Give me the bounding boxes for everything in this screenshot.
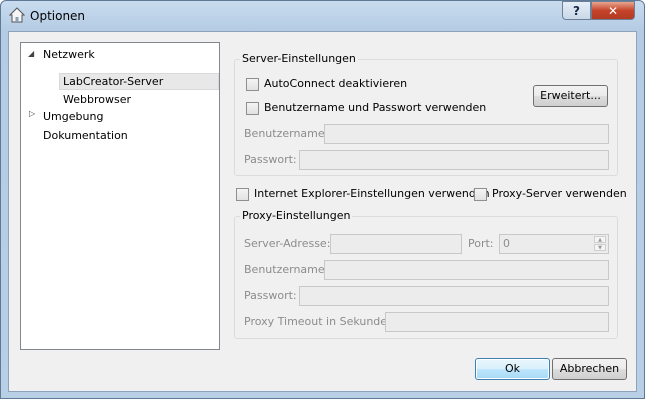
autoconnect-checkbox[interactable] — [246, 78, 259, 91]
proxy-password-label: Passwort: — [244, 289, 297, 302]
ok-button[interactable]: Ok — [475, 358, 550, 380]
proxy-port-value: 0 — [503, 237, 510, 250]
tree-item-labcreator-server[interactable]: LabCreator-Server — [63, 73, 163, 90]
proxy-timeout-label: Proxy Timeout in Sekunden: — [244, 315, 398, 328]
ie-settings-checkbox[interactable] — [236, 188, 249, 201]
server-settings-title: Server-Einstellungen — [240, 52, 358, 65]
tree-item-webbrowser[interactable]: Webbrowser — [63, 91, 131, 108]
ie-settings-label: Internet Explorer-Einstellungen verwende… — [254, 187, 490, 200]
credentials-checkbox[interactable] — [246, 102, 259, 115]
help-button[interactable]: ? — [562, 1, 591, 20]
options-dialog: Optionen ? ✕ ◢ Netzwerk LabCreator-Serve… — [0, 0, 645, 399]
collapse-arrow-icon[interactable]: ◢ — [28, 49, 34, 58]
window-title: Optionen — [30, 9, 86, 23]
dialog-client-area: ◢ Netzwerk LabCreator-Server Webbrowser … — [8, 31, 637, 392]
advanced-button[interactable]: Erweitert... — [533, 85, 608, 107]
close-icon: ✕ — [607, 3, 619, 18]
proxy-port-spinbox[interactable]: 0 ▲ ▼ — [499, 234, 609, 254]
proxy-server-checkbox[interactable] — [474, 188, 487, 201]
proxy-timeout-field[interactable] — [385, 312, 609, 332]
server-username-label: Benutzername: — [244, 127, 329, 140]
server-username-field[interactable] — [324, 124, 609, 144]
credentials-label: Benutzername und Passwort verwenden — [264, 101, 487, 114]
proxy-settings-title: Proxy-Einstellungen — [240, 209, 353, 222]
tree-item-dokumentation[interactable]: Dokumentation — [43, 127, 128, 144]
tree-item-umgebung[interactable]: Umgebung — [43, 108, 103, 125]
expand-arrow-icon[interactable]: ▷ — [29, 109, 35, 118]
proxy-port-label: Port: — [468, 237, 494, 250]
proxy-username-label: Benutzername: — [244, 263, 329, 276]
cancel-button[interactable]: Abbrechen — [552, 358, 627, 380]
tree-item-netzwerk[interactable]: Netzwerk — [43, 46, 95, 63]
close-button[interactable]: ✕ — [591, 1, 635, 20]
options-tree[interactable]: ◢ Netzwerk LabCreator-Server Webbrowser … — [20, 42, 220, 350]
title-bar[interactable]: Optionen ? ✕ — [1, 1, 644, 31]
proxy-address-label: Server-Adresse: — [244, 237, 331, 250]
autoconnect-label: AutoConnect deaktivieren — [264, 77, 408, 90]
port-spin-buttons[interactable]: ▲ ▼ — [594, 236, 606, 252]
help-icon: ? — [573, 3, 580, 18]
proxy-server-label: Proxy-Server verwenden — [492, 187, 627, 200]
proxy-address-field[interactable] — [330, 234, 462, 254]
home-icon — [9, 7, 25, 23]
proxy-password-field[interactable] — [299, 286, 609, 306]
server-password-field[interactable] — [299, 150, 609, 170]
spin-down-icon[interactable]: ▼ — [594, 244, 606, 251]
spin-up-icon[interactable]: ▲ — [594, 236, 606, 243]
server-password-label: Passwort: — [244, 153, 297, 166]
proxy-username-field[interactable] — [324, 260, 609, 280]
